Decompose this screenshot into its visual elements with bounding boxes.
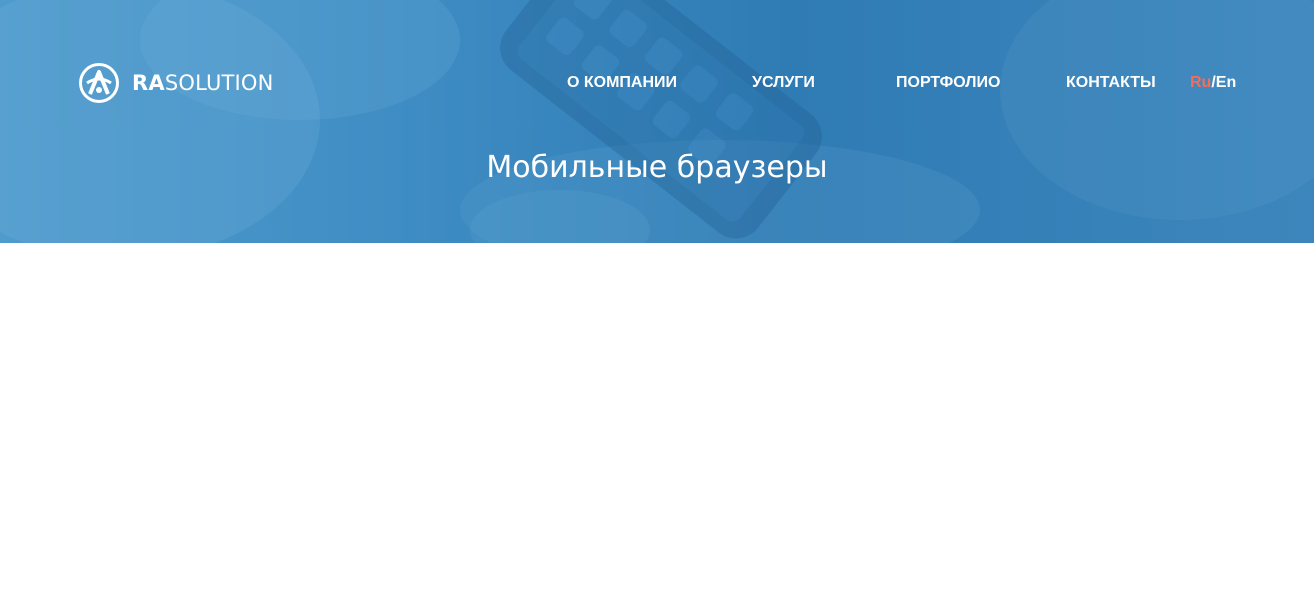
language-switcher: Ru/En [1190,74,1236,92]
hero-banner: RASOLUTION О КОМПАНИИ УСЛУГИ ПОРТФОЛИО К… [0,0,1314,243]
hero-background-photo [0,0,1314,243]
nav-item-portfolio[interactable]: ПОРТФОЛИО [896,74,1000,92]
ra-solution-logo-icon [79,63,119,103]
brand-name-bold: RA [132,71,165,95]
nav-item-services[interactable]: УСЛУГИ [752,74,815,92]
brand-name-rest: SOLUTION [164,71,274,95]
nav-item-about[interactable]: О КОМПАНИИ [567,74,677,92]
lang-en-link[interactable]: En [1216,74,1236,91]
page-title: Мобильные браузеры [486,150,828,185]
site-logo[interactable]: RASOLUTION [79,63,274,103]
brand-name: RASOLUTION [132,63,274,103]
lang-ru-link[interactable]: Ru [1190,74,1211,91]
nav-item-contacts[interactable]: КОНТАКТЫ [1066,74,1156,92]
